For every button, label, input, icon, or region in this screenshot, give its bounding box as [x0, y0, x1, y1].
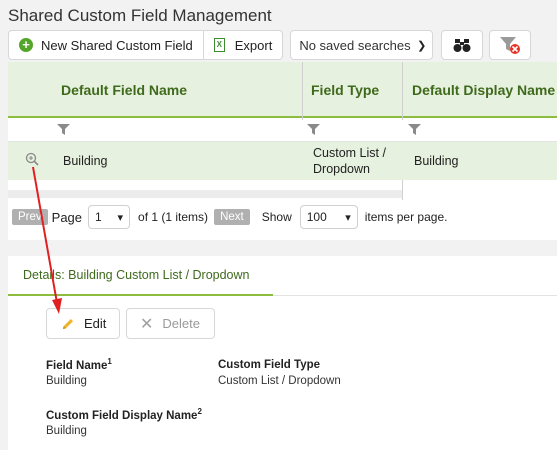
cell-field-type: Custom List / Dropdown [313, 146, 386, 176]
next-page-button[interactable]: Next [214, 209, 250, 225]
toolbar-button-group: + New Shared Custom Field X Export [8, 30, 284, 60]
grid-header-row: Default Field Name Field Type Default Di… [8, 62, 557, 118]
per-page-select[interactable]: 100 ▾ [299, 205, 358, 229]
export-button-label: Export [234, 37, 273, 53]
excel-icon: X [213, 38, 225, 52]
saved-searches-select[interactable]: No saved searches ❯ [290, 30, 434, 60]
pencil-icon [63, 318, 73, 329]
show-label: Show [261, 210, 292, 224]
cell-default-display-name: Building [414, 154, 459, 168]
field-name-label: Field Name1 [46, 357, 112, 372]
filter-icon[interactable] [307, 124, 320, 135]
grid-panel: Default Field Name Field Type Default Di… [8, 62, 557, 240]
items-per-page-text: items per page. [364, 210, 448, 224]
edit-button[interactable]: Edit [46, 308, 120, 339]
page-select-value: 1 [95, 210, 102, 224]
page-select[interactable]: 1 ▾ [88, 205, 131, 229]
chevron-down-icon: ▾ [117, 211, 124, 224]
cell-default-field-name: Building [63, 154, 108, 168]
column-divider [302, 62, 303, 120]
delete-button[interactable]: ✕ Delete [126, 308, 215, 339]
column-header-default-field-name[interactable]: Default Field Name [61, 62, 187, 118]
export-button[interactable]: X Export [202, 31, 283, 59]
details-panel: Details: Building Custom List / Dropdown… [8, 256, 557, 450]
binoculars-icon [453, 39, 471, 52]
clear-filter-icon [500, 37, 521, 54]
filter-icon[interactable] [57, 124, 70, 135]
chevron-down-icon: ▾ [345, 211, 351, 224]
display-name-value: Building [46, 425, 87, 437]
column-header-field-type[interactable]: Field Type [311, 62, 379, 118]
chevron-down-icon: ❯ [417, 39, 427, 52]
pager: Prev Page 1 ▾ of 1 (1 items) Next Show 1… [8, 203, 557, 231]
close-icon: ✕ [140, 315, 154, 333]
find-button[interactable] [441, 30, 484, 60]
details-tab-bar: Details: Building Custom List / Dropdown [8, 256, 557, 296]
tab-details[interactable]: Details: Building Custom List / Dropdown [8, 256, 273, 296]
plus-icon: + [19, 38, 33, 52]
new-shared-custom-field-button[interactable]: + New Shared Custom Field [9, 31, 203, 59]
new-button-label: New Shared Custom Field [41, 37, 193, 53]
prev-page-button[interactable]: Prev [12, 209, 48, 225]
clear-filters-button[interactable] [489, 30, 532, 60]
filter-row [8, 120, 557, 142]
display-name-label: Custom Field Display Name2 [46, 407, 202, 422]
toolbar: + New Shared Custom Field X Export No sa… [8, 30, 532, 60]
field-type-label: Custom Field Type [218, 359, 321, 371]
column-header-default-display-name[interactable]: Default Display Name [412, 62, 555, 118]
saved-searches-value: No saved searches [299, 37, 411, 53]
edit-button-label: Edit [84, 316, 107, 331]
field-name-value: Building [46, 375, 87, 387]
horizontal-scrollbar[interactable] [8, 190, 402, 198]
table-row[interactable]: Building Custom List / Dropdown Building [8, 142, 557, 180]
field-type-value: Custom List / Dropdown [218, 375, 341, 387]
page-label: Page [51, 209, 83, 225]
page-title: Shared Custom Field Management [8, 6, 272, 25]
page-count-text: of 1 (1 items) [138, 210, 209, 224]
zoom-in-icon[interactable] [25, 152, 39, 166]
per-page-value: 100 [306, 210, 327, 224]
filter-icon[interactable] [408, 124, 421, 135]
delete-button-label: Delete [162, 316, 200, 331]
